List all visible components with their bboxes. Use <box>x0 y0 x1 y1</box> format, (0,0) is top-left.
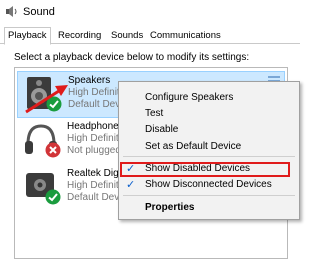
window-title: Sound <box>23 6 55 18</box>
default-check-icon <box>46 96 62 112</box>
instruction-text: Select a playback device below to modify… <box>14 52 250 63</box>
tab-communications[interactable]: Communications <box>147 29 224 42</box>
tab-playback[interactable]: Playback <box>4 27 51 45</box>
default-check-icon <box>45 189 61 205</box>
menu-item-configure-speakers[interactable]: Configure Speakers <box>145 92 233 103</box>
device-name: Headphones <box>67 121 124 132</box>
device-description: High Definiti <box>67 133 121 144</box>
menu-item-show-disconnected-devices[interactable]: Show Disconnected Devices <box>145 179 272 190</box>
unplugged-icon <box>45 142 61 158</box>
device-description: High Definiti <box>68 87 122 98</box>
title-bar: Sound <box>0 0 300 24</box>
checkmark-icon: ✓ <box>126 179 136 191</box>
device-status: Not plugged <box>67 145 121 156</box>
device-name: Speakers <box>68 75 111 86</box>
tab-bar: Playback Recording Sounds Communications <box>0 27 300 45</box>
menu-item-properties[interactable]: Properties <box>145 202 194 213</box>
tab-recording[interactable]: Recording <box>55 29 104 42</box>
menu-item-test[interactable]: Test <box>145 108 163 119</box>
menu-item-disable[interactable]: Disable <box>145 124 178 135</box>
menu-item-set-default-device[interactable]: Set as Default Device <box>145 141 241 152</box>
device-status: Default Devi <box>68 99 123 110</box>
highlight-box <box>120 162 290 177</box>
context-menu: Configure Speakers Test Disable Set as D… <box>118 81 300 220</box>
tab-sounds[interactable]: Sounds <box>108 29 146 42</box>
speaker-app-icon <box>6 6 17 17</box>
device-description: High Definiti <box>67 180 121 191</box>
menu-separator <box>123 195 295 196</box>
menu-separator <box>123 156 295 157</box>
